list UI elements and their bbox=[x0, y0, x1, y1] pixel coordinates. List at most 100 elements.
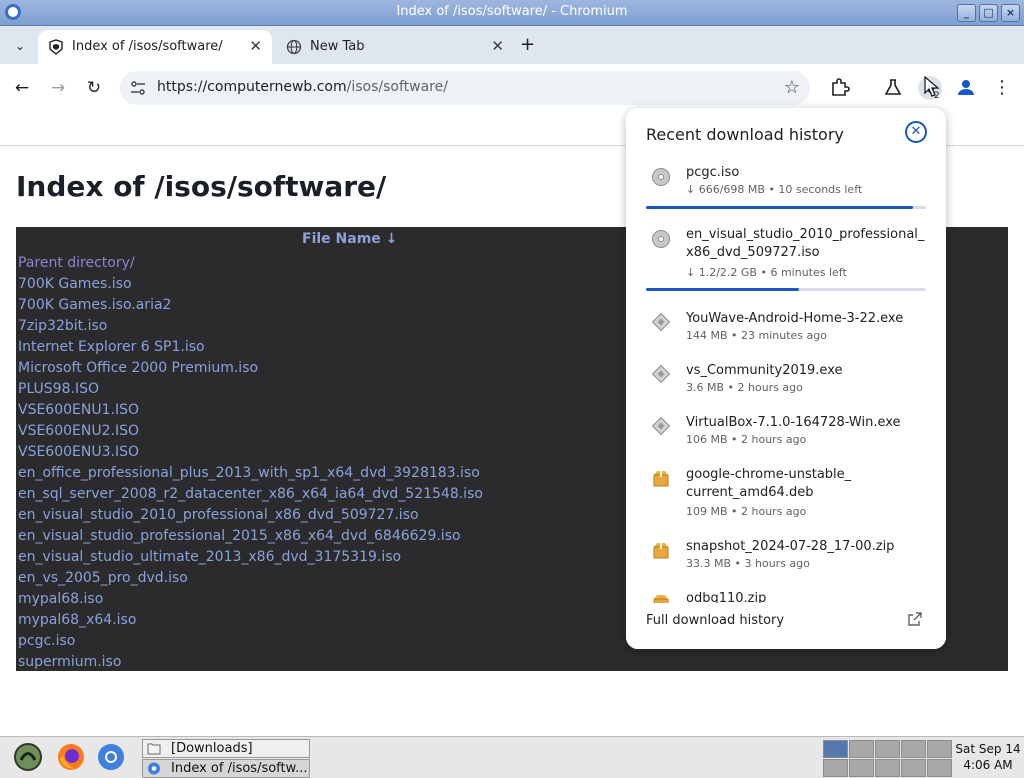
clock-date: Sat Sep 14 bbox=[955, 742, 1021, 756]
workspace-2[interactable] bbox=[849, 740, 874, 758]
folder-icon bbox=[147, 743, 161, 755]
file-link[interactable]: 700K Games.iso.aria2 bbox=[18, 295, 483, 316]
workspace-3[interactable] bbox=[875, 740, 900, 758]
download-history-title: Recent download history bbox=[646, 125, 844, 144]
directory-favicon-icon bbox=[49, 39, 63, 55]
close-window-button[interactable]: × bbox=[1001, 4, 1020, 22]
bookmark-star-icon[interactable]: ☆ bbox=[784, 77, 800, 98]
download-history-popup: Recent download history ✕ pcgc.iso ↓ 666… bbox=[626, 108, 946, 649]
download-item[interactable]: VirtualBox-7.1.0-164728-Win.exe 106 MB •… bbox=[626, 412, 946, 456]
url-text[interactable]: https://computernewb.com/isos/software/ bbox=[157, 79, 448, 95]
file-link[interactable]: en_visual_studio_2010_professional_x86_d… bbox=[18, 505, 483, 526]
forward-arrow-icon[interactable]: → bbox=[46, 76, 70, 100]
download-item[interactable]: snapshot_2024-07-28_17-00.zip 33.3 MB • … bbox=[626, 536, 946, 580]
taskbar-task-chromium[interactable]: Index of /isos/softw... bbox=[142, 759, 310, 778]
file-link[interactable]: en_sql_server_2008_r2_datacenter_x86_x64… bbox=[18, 484, 483, 505]
full-download-history-link[interactable]: Full download history bbox=[626, 603, 946, 649]
chromium-icon[interactable] bbox=[95, 741, 127, 773]
profile-avatar-icon[interactable] bbox=[956, 77, 976, 97]
exe-icon bbox=[651, 312, 671, 332]
tab-strip: ⌄ Index of /isos/software/ ✕ New Tab ✕ + bbox=[0, 26, 1024, 64]
file-link[interactable]: pcgc.iso bbox=[18, 631, 483, 652]
download-status: 33.3 MB • 3 hours ago bbox=[686, 557, 810, 570]
file-link[interactable]: Internet Explorer 6 SP1.iso bbox=[18, 337, 483, 358]
minimize-button[interactable]: _ bbox=[957, 4, 976, 22]
page-heading: Index of /isos/software/ bbox=[16, 170, 387, 203]
tab-search-chevron-icon[interactable]: ⌄ bbox=[10, 36, 30, 56]
browser-toolbar: ← → ↻ https://computernewb.com/isos/soft… bbox=[0, 64, 1024, 112]
tab-index-of-isos-software[interactable]: Index of /isos/software/ ✕ bbox=[38, 30, 272, 64]
window-titlebar[interactable]: Index of /isos/software/ - Chromium _ □ … bbox=[0, 0, 1024, 26]
file-link[interactable]: en_vs_2005_pro_dvd.iso bbox=[18, 568, 483, 589]
site-settings-icon[interactable] bbox=[130, 80, 146, 96]
extensions-puzzle-icon[interactable] bbox=[830, 77, 850, 97]
tab-close-icon[interactable]: ✕ bbox=[249, 37, 262, 55]
workspace-4[interactable] bbox=[901, 740, 926, 758]
file-name-column-header[interactable]: File Name ↓ bbox=[302, 231, 397, 247]
url-path: /isos/software/ bbox=[346, 79, 448, 95]
workspace-5[interactable] bbox=[927, 740, 952, 758]
disc-icon bbox=[652, 230, 670, 248]
exe-icon bbox=[651, 416, 671, 436]
download-item[interactable]: YouWave-Android-Home-3-22.exe 144 MB • 2… bbox=[626, 308, 946, 352]
firefox-icon[interactable] bbox=[55, 741, 87, 773]
download-progress-bar bbox=[646, 288, 926, 291]
workspace-6[interactable] bbox=[823, 759, 848, 777]
tab-new-tab[interactable]: New Tab ✕ bbox=[276, 30, 514, 64]
file-link[interactable]: Microsoft Office 2000 Premium.iso bbox=[18, 358, 483, 379]
file-link[interactable]: en_visual_studio_professional_2015_x86_x… bbox=[18, 526, 483, 547]
download-filename: snapshot_2024-07-28_17-00.zip bbox=[686, 539, 895, 554]
kebab-menu-icon[interactable]: ⋮ bbox=[990, 76, 1014, 100]
close-icon[interactable]: ✕ bbox=[905, 121, 927, 143]
package-icon bbox=[653, 471, 669, 487]
file-link[interactable]: 7zip32bit.iso bbox=[18, 316, 483, 337]
reload-icon[interactable]: ↻ bbox=[82, 76, 106, 100]
workspace-7[interactable] bbox=[849, 759, 874, 777]
download-filename: YouWave-Android-Home-3-22.exe bbox=[686, 311, 904, 326]
taskbar: [Downloads] Index of /isos/softw... Sat … bbox=[0, 736, 1024, 778]
file-link[interactable]: PLUS98.ISO bbox=[18, 379, 483, 400]
file-link[interactable]: en_visual_studio_ultimate_2013_x86_dvd_3… bbox=[18, 547, 483, 568]
workspace-10[interactable] bbox=[927, 759, 952, 777]
exe-icon bbox=[651, 364, 671, 384]
parent-directory-link[interactable]: Parent directory/ bbox=[18, 253, 483, 274]
download-item[interactable]: google-chrome-unstable_current_amd64.deb… bbox=[626, 464, 946, 528]
globe-icon bbox=[286, 39, 302, 55]
file-link[interactable]: mypal68_x64.iso bbox=[18, 610, 483, 631]
taskbar-task-label: Index of /isos/softw... bbox=[171, 761, 308, 776]
download-status: ↓ 666/698 MB • 10 seconds left bbox=[686, 183, 863, 196]
address-bar[interactable]: https://computernewb.com/isos/software/ … bbox=[120, 71, 810, 105]
clock[interactable]: Sat Sep 14 4:06 AM bbox=[955, 741, 1021, 773]
download-item[interactable]: pcgc.iso ↓ 666/698 MB • 10 seconds left bbox=[626, 161, 946, 211]
workspace-1[interactable] bbox=[823, 740, 848, 758]
new-tab-button[interactable]: + bbox=[520, 34, 535, 55]
file-list: Parent directory/ 700K Games.iso 700K Ga… bbox=[18, 253, 483, 673]
window-title: Index of /isos/software/ - Chromium bbox=[396, 4, 628, 19]
workspace-pager[interactable] bbox=[822, 739, 952, 777]
file-link[interactable]: VSE600ENU1.ISO bbox=[18, 400, 483, 421]
full-download-history-label: Full download history bbox=[646, 613, 785, 628]
download-item[interactable]: vs_Community2019.exe 3.6 MB • 2 hours ag… bbox=[626, 360, 946, 404]
taskbar-task-downloads[interactable]: [Downloads] bbox=[142, 739, 310, 758]
download-item[interactable]: en_visual_studio_2010_professional_x86_d… bbox=[626, 224, 946, 296]
back-arrow-icon[interactable]: ← bbox=[10, 76, 34, 100]
system-menu-icon[interactable] bbox=[12, 741, 44, 773]
labs-flask-icon[interactable] bbox=[884, 78, 902, 96]
workspace-8[interactable] bbox=[875, 759, 900, 777]
file-link[interactable]: mypal68.iso bbox=[18, 589, 483, 610]
download-status: 144 MB • 23 minutes ago bbox=[686, 329, 827, 342]
file-link[interactable]: supermium.iso bbox=[18, 652, 483, 673]
file-link[interactable]: en_office_professional_plus_2013_with_sp… bbox=[18, 463, 483, 484]
download-status: ↓ 1.2/2.2 GB • 6 minutes left bbox=[686, 266, 847, 279]
clock-time: 4:06 AM bbox=[963, 758, 1013, 772]
download-filename: pcgc.iso bbox=[686, 165, 740, 180]
file-link[interactable]: VSE600ENU2.ISO bbox=[18, 421, 483, 442]
tab-close-icon[interactable]: ✕ bbox=[491, 37, 504, 55]
file-link[interactable]: 700K Games.iso bbox=[18, 274, 483, 295]
maximize-button[interactable]: □ bbox=[979, 4, 998, 22]
download-status: 106 MB • 2 hours ago bbox=[686, 433, 807, 446]
file-link[interactable]: VSE600ENU3.ISO bbox=[18, 442, 483, 463]
workspace-9[interactable] bbox=[901, 759, 926, 777]
download-filename: VirtualBox-7.1.0-164728-Win.exe bbox=[686, 415, 901, 430]
download-filename: google-chrome-unstable_current_amd64.deb bbox=[686, 467, 852, 500]
